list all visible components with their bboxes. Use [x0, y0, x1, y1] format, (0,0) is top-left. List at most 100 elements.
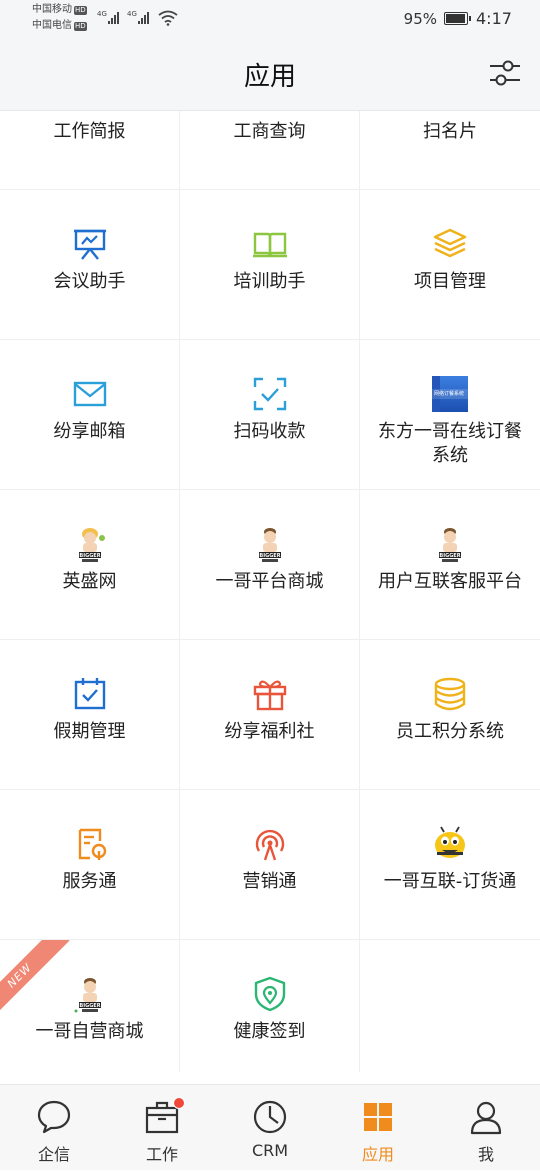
app-label: 假期管理 [53, 721, 126, 742]
wifi-icon [158, 10, 178, 26]
tab-label: 工作 [145, 1145, 178, 1164]
presentation-icon [74, 229, 106, 260]
tab-work[interactable]: 工作 [108, 1085, 216, 1171]
tab-label: CRM [251, 1141, 289, 1160]
app-label: 培训助手 [233, 271, 306, 292]
network-type-2: 4G [127, 10, 137, 18]
tab-label: 企信 [37, 1145, 70, 1164]
status-bar: 中国移动 HD 中国电信 HD 4G 4G 95% 4:17 [0, 0, 540, 38]
signal-icon [138, 12, 152, 24]
app-tile-leave-management[interactable]: 假期管理 [0, 640, 180, 790]
app-label: 纷享福利社 [224, 721, 315, 742]
notification-dot [173, 1097, 185, 1109]
new-badge: NEW [0, 940, 70, 1026]
empty-cell [360, 940, 540, 1072]
scan-check-icon [253, 377, 287, 411]
open-book-icon [253, 232, 287, 258]
mascot-icon: BIGGER [439, 528, 461, 562]
page-title: 应用 [243, 62, 296, 92]
app-label: 员工积分系统 [396, 721, 504, 742]
clock-icon [253, 1100, 287, 1134]
database-icon [434, 677, 466, 711]
app-grid[interactable]: 工作简报 工商查询 扫名片 会议助手 培训助手 项目管理 纷享邮箱 扫码收款 网… [0, 110, 540, 1072]
tab-me[interactable]: 我 [432, 1085, 540, 1171]
svg-text:BIGGER: BIGGER [79, 553, 100, 559]
app-label: 工商查询 [233, 121, 306, 142]
shield-location-icon [254, 976, 286, 1012]
svg-text:BIGGER: BIGGER [259, 553, 280, 559]
app-tile-project-management[interactable]: 项目管理 [360, 190, 540, 340]
app-header: 应用 [0, 38, 540, 110]
app-tile-platform-mall[interactable]: BIGGER 一哥平台商城 [180, 490, 360, 640]
grid-apps-icon [364, 1103, 392, 1131]
app-label: 纷享邮箱 [53, 421, 126, 442]
app-tile-scan-card[interactable]: 扫名片 [360, 110, 540, 190]
app-tile-welfare-club[interactable]: 纷享福利社 [180, 640, 360, 790]
app-label: 工作简报 [53, 121, 126, 142]
app-row: 工作简报 工商查询 扫名片 [0, 110, 540, 190]
mail-icon [73, 381, 107, 407]
app-label: 扫码收款 [233, 421, 306, 442]
clock: 4:17 [476, 9, 512, 28]
app-label: 项目管理 [414, 271, 486, 292]
app-label: 服务通 [62, 871, 117, 892]
app-tile-fxiaoke-mail[interactable]: 纷享邮箱 [0, 340, 180, 490]
app-label: 一哥自营商城 [35, 1021, 144, 1042]
app-row: 纷享邮箱 扫码收款 网络订餐系统 东方一哥在线订餐系统 [0, 340, 540, 490]
app-tile-business-lookup[interactable]: 工商查询 [180, 110, 360, 190]
app-row: 假期管理 纷享福利社 员工积分系统 [0, 640, 540, 790]
app-row: NEW BIGGER 一哥自营商城 健康签到 [0, 940, 540, 1072]
app-label: 一哥互联-订货通 [383, 871, 517, 892]
app-tile-training-assistant[interactable]: 培训助手 [180, 190, 360, 340]
app-label: 英盛网 [62, 571, 117, 592]
calendar-check-icon [74, 678, 106, 710]
tab-messages[interactable]: 企信 [0, 1085, 108, 1171]
app-tile-customer-service[interactable]: BIGGER 用户互联客服平台 [360, 490, 540, 640]
broadcast-icon [255, 829, 285, 861]
sliders-icon[interactable] [488, 58, 522, 88]
app-tile-marketing[interactable]: 营销通 [180, 790, 360, 940]
app-label: 用户互联客服平台 [378, 571, 522, 592]
app-tile-online-ordering[interactable]: 网络订餐系统 东方一哥在线订餐系统 [360, 340, 540, 490]
app-label: 健康签到 [233, 1021, 306, 1042]
app-tile-points-system[interactable]: 员工积分系统 [360, 640, 540, 790]
chat-bubble-icon [37, 1100, 71, 1134]
app-label: 一哥平台商城 [215, 571, 324, 592]
app-tile-health-checkin[interactable]: 健康签到 [180, 940, 360, 1072]
svg-text:BIGGER: BIGGER [439, 553, 460, 559]
battery-percentage: 95% [403, 10, 437, 28]
app-label: 扫名片 [423, 121, 477, 142]
app-tile-yingsheng[interactable]: BIGGER 英盛网 [0, 490, 180, 640]
app-label: 会议助手 [53, 271, 126, 292]
app-label: 东方一哥在线订餐系统 [378, 421, 522, 466]
gift-icon [253, 680, 287, 711]
mascot-icon: BIGGER [74, 978, 101, 1013]
bottom-tab-bar: 企信 工作 CRM 应用 我 [0, 1084, 540, 1170]
app-tile-self-operated-mall[interactable]: NEW BIGGER 一哥自营商城 [0, 940, 180, 1072]
tab-label: 我 [477, 1145, 494, 1164]
thumbnail-text: 网络订餐系统 [434, 391, 465, 397]
app-tile-meeting-assistant[interactable]: 会议助手 [0, 190, 180, 340]
mascot-icon: BIGGER [259, 528, 281, 562]
signal-icon [108, 12, 122, 24]
app-label: 营销通 [242, 871, 297, 892]
tab-crm[interactable]: CRM [216, 1085, 324, 1171]
tab-label: 应用 [361, 1145, 394, 1164]
app-tile-scan-payment[interactable]: 扫码收款 [180, 340, 360, 490]
service-wrench-icon [78, 828, 107, 860]
battery-icon [444, 12, 471, 25]
user-icon [470, 1101, 502, 1135]
carrier-2: 中国电信 HD [32, 20, 87, 31]
svg-text:BIGGER: BIGGER [79, 1003, 100, 1009]
app-row: 服务通 营销通 一哥互联-订货通 [0, 790, 540, 940]
app-tile-service[interactable]: 服务通 [0, 790, 180, 940]
tab-apps[interactable]: 应用 [324, 1085, 432, 1171]
bee-icon [435, 826, 465, 858]
app-tile-work-briefing[interactable]: 工作简报 [0, 110, 180, 190]
mascot-icon: BIGGER [79, 528, 105, 562]
app-tile-order-goods[interactable]: 一哥互联-订货通 [360, 790, 540, 940]
app-row: BIGGER 英盛网 BIGGER 一哥平台商城 BIGGER 用户互联客服平台 [0, 490, 540, 640]
app-thumbnail-icon: 网络订餐系统 [432, 376, 468, 412]
layers-icon [433, 228, 467, 258]
carrier-1: 中国移动 HD [32, 4, 87, 15]
